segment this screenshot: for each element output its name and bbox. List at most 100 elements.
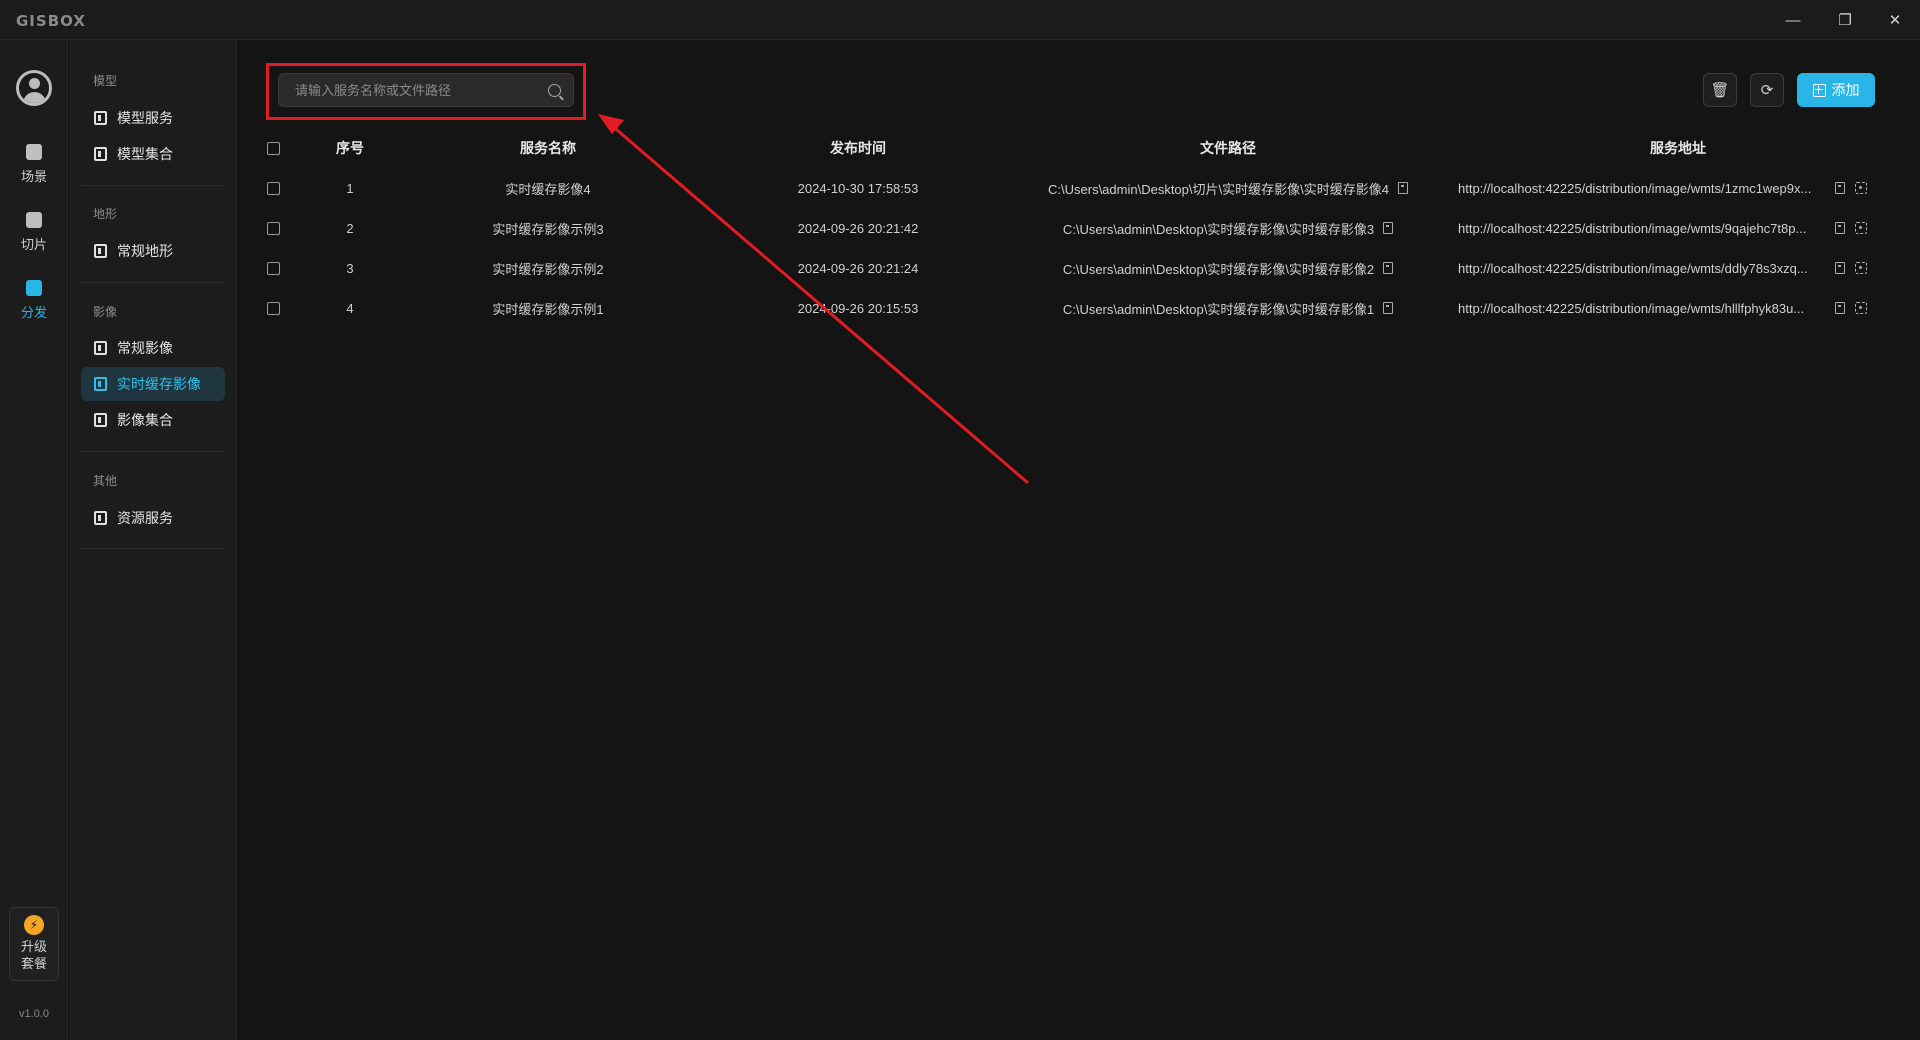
table-header: 序号 服务名称 发布时间 文件路径 服务地址 <box>258 128 1908 168</box>
row-time: 2024-09-26 20:21:42 <box>797 220 919 236</box>
row-address[interactable]: http://localhost:42225/distribution/imag… <box>1458 221 1826 236</box>
search-box <box>278 73 574 107</box>
select-all-cell <box>258 128 288 168</box>
sidebar-item-model-service[interactable]: 模型服务 <box>81 101 225 135</box>
row-checkbox[interactable] <box>266 261 280 275</box>
table-row: 4 实时缓存影像示例1 2024-09-26 20:15:53 C:\Users… <box>258 288 1908 328</box>
preview-icon[interactable] <box>1855 262 1867 274</box>
row-path-cell: C:\Users\admin\Desktop\实时缓存影像\实时缓存影像3 <box>1018 208 1438 248</box>
row-name: 实时缓存影像示例2 <box>492 261 604 277</box>
select-all-checkbox[interactable] <box>266 141 280 155</box>
rail-label-slice: 切片 <box>20 237 47 252</box>
header-time: 发布时间 <box>830 140 886 156</box>
upgrade-button[interactable]: ⚡ 升级套餐 <box>9 907 59 981</box>
row-name: 实时缓存影像示例3 <box>492 221 604 237</box>
row-index: 1 <box>346 180 354 196</box>
row-checkbox-cell <box>258 248 288 288</box>
preview-icon[interactable] <box>1855 302 1867 314</box>
maximize-button[interactable]: ❐ <box>1830 8 1860 32</box>
avatar[interactable] <box>16 70 52 106</box>
refresh-button[interactable]: ⟳ <box>1750 73 1784 107</box>
terrain-icon <box>94 244 107 258</box>
sidebar-item-label: 模型集合 <box>117 146 173 162</box>
add-label: 添加 <box>1831 82 1860 98</box>
row-path: C:\Users\admin\Desktop\实时缓存影像\实时缓存影像2 <box>1062 261 1375 277</box>
rail-item-scene[interactable]: 场景 <box>0 140 68 196</box>
row-address[interactable]: http://localhost:42225/distribution/imag… <box>1458 181 1826 196</box>
row-name: 实时缓存影像4 <box>505 181 591 197</box>
add-icon <box>1812 83 1826 97</box>
close-button[interactable]: ✕ <box>1880 8 1910 32</box>
table-row: 1 实时缓存影像4 2024-10-30 17:58:53 C:\Users\a… <box>258 168 1908 208</box>
rail-item-distribute[interactable]: 分发 <box>0 276 68 332</box>
row-checkbox-cell <box>258 288 288 328</box>
section-title-model: 模型 <box>93 74 118 88</box>
sidebar-item-realtime-cache-image[interactable]: 实时缓存影像 <box>81 367 225 401</box>
delete-button[interactable]: 🗑 <box>1703 73 1737 107</box>
row-path: C:\Users\admin\Desktop\实时缓存影像\实时缓存影像1 <box>1062 301 1375 317</box>
home-icon <box>26 144 42 160</box>
minimize-button[interactable]: — <box>1778 8 1808 32</box>
row-path: C:\Users\admin\Desktop\实时缓存影像\实时缓存影像3 <box>1062 221 1375 237</box>
sidebar-item-regular-image[interactable]: 常规影像 <box>81 331 225 365</box>
open-folder-icon[interactable] <box>1383 262 1394 274</box>
row-checkbox[interactable] <box>266 301 280 315</box>
copy-icon[interactable] <box>1835 222 1845 234</box>
header-name: 服务名称 <box>520 140 576 156</box>
row-checkbox-cell <box>258 208 288 248</box>
row-address-cell: http://localhost:42225/distribution/imag… <box>1458 248 1898 288</box>
header-path: 文件路径 <box>1200 140 1256 156</box>
header-address: 服务地址 <box>1650 140 1706 156</box>
refresh-icon: ⟳ <box>1760 82 1774 99</box>
rail-item-slice[interactable]: 切片 <box>0 208 68 264</box>
divider <box>81 451 225 452</box>
row-path-cell: C:\Users\admin\Desktop\切片\实时缓存影像\实时缓存影像4 <box>1018 168 1438 208</box>
row-index: 4 <box>346 300 354 316</box>
row-address[interactable]: http://localhost:42225/distribution/imag… <box>1458 261 1826 276</box>
row-address[interactable]: http://localhost:42225/distribution/imag… <box>1458 301 1826 316</box>
sidebar-item-resource-service[interactable]: 资源服务 <box>81 501 225 535</box>
row-checkbox-cell <box>258 168 288 208</box>
search-icon[interactable] <box>548 83 561 97</box>
divider <box>81 548 225 549</box>
sidebar-item-terrain[interactable]: 常规地形 <box>81 234 225 268</box>
row-path-cell: C:\Users\admin\Desktop\实时缓存影像\实时缓存影像1 <box>1018 288 1438 328</box>
section-title-image: 影像 <box>93 305 118 319</box>
sidebar-item-label: 模型服务 <box>117 110 173 126</box>
row-address-cell: http://localhost:42225/distribution/imag… <box>1458 208 1898 248</box>
row-path: C:\Users\admin\Desktop\切片\实时缓存影像\实时缓存影像4 <box>1048 181 1389 197</box>
sidebar-item-label: 影像集合 <box>117 412 173 428</box>
preview-icon[interactable] <box>1855 222 1867 234</box>
table-row: 2 实时缓存影像示例3 2024-09-26 20:21:42 C:\Users… <box>258 208 1908 248</box>
model-collection-icon <box>94 147 107 161</box>
rail-label-distribute: 分发 <box>20 305 47 320</box>
copy-icon[interactable] <box>1835 182 1845 194</box>
resource-icon <box>94 511 107 525</box>
model-icon <box>94 111 107 125</box>
sidebar-item-model-collection[interactable]: 模型集合 <box>81 137 225 171</box>
row-address-cell: http://localhost:42225/distribution/imag… <box>1458 288 1898 328</box>
row-time: 2024-09-26 20:15:53 <box>797 300 919 316</box>
open-folder-icon[interactable] <box>1383 222 1394 234</box>
header-index: 序号 <box>336 140 364 156</box>
row-time: 2024-09-26 20:21:24 <box>797 260 919 276</box>
sidebar-item-image-collection[interactable]: 影像集合 <box>81 403 225 437</box>
left-rail: 场景 切片 分发 ⚡ 升级套餐 v1.0.0 <box>0 40 68 1040</box>
rail-label-scene: 场景 <box>20 169 47 184</box>
row-address-cell: http://localhost:42225/distribution/imag… <box>1458 168 1898 208</box>
copy-icon[interactable] <box>1835 262 1845 274</box>
row-checkbox[interactable] <box>266 221 280 235</box>
open-folder-icon[interactable] <box>1383 302 1394 314</box>
preview-icon[interactable] <box>1855 182 1867 194</box>
cache-image-icon <box>94 377 107 391</box>
open-folder-icon[interactable] <box>1397 182 1408 194</box>
upgrade-label: 升级套餐 <box>20 939 47 971</box>
main-content: 🗑 ⟳ 添加 序号 服务名称 发布时间 文件路径 服务地址 1 实时缓存影像4 … <box>238 40 1920 1040</box>
copy-icon[interactable] <box>1835 302 1845 314</box>
sidebar-item-label: 资源服务 <box>117 510 173 526</box>
row-index: 2 <box>346 220 354 236</box>
version-label: v1.0.0 <box>19 1008 49 1020</box>
add-button[interactable]: 添加 <box>1797 73 1875 107</box>
row-checkbox[interactable] <box>266 181 280 195</box>
search-input[interactable] <box>295 82 548 98</box>
